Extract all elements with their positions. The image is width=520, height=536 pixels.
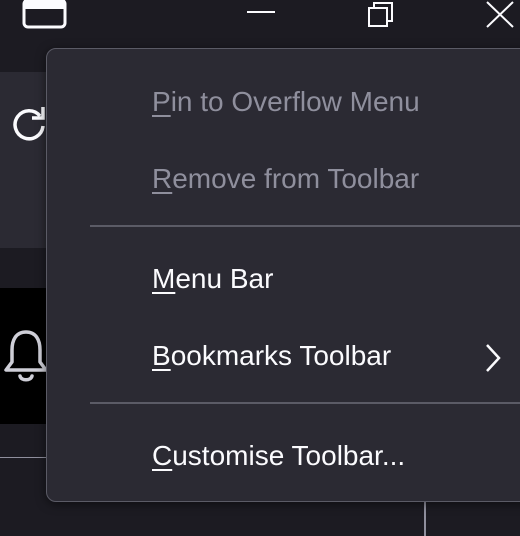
chevron-right-icon (486, 344, 501, 372)
window-icon (22, 0, 67, 29)
menu-item-pin-to-overflow[interactable]: Pin to Overflow Menu (47, 69, 520, 135)
menu-separator (90, 225, 520, 227)
toolbar-context-menu: Pin to Overflow Menu Remove from Toolbar… (46, 48, 520, 502)
menu-item-customise-toolbar[interactable]: Customise Toolbar... (47, 423, 520, 489)
divider-line-vertical (424, 500, 426, 536)
bell-icon (4, 330, 48, 382)
menu-item-bookmarks-toolbar[interactable]: Bookmarks Toolbar (47, 323, 520, 389)
menu-item-remove-from-toolbar[interactable]: Remove from Toolbar (47, 146, 520, 212)
restore-icon[interactable] (365, 0, 397, 30)
reload-icon[interactable] (8, 104, 50, 146)
minimize-icon[interactable] (245, 0, 277, 20)
menu-item-menu-bar[interactable]: Menu Bar (47, 246, 520, 312)
close-icon[interactable] (484, 0, 516, 30)
menu-separator (90, 402, 520, 404)
